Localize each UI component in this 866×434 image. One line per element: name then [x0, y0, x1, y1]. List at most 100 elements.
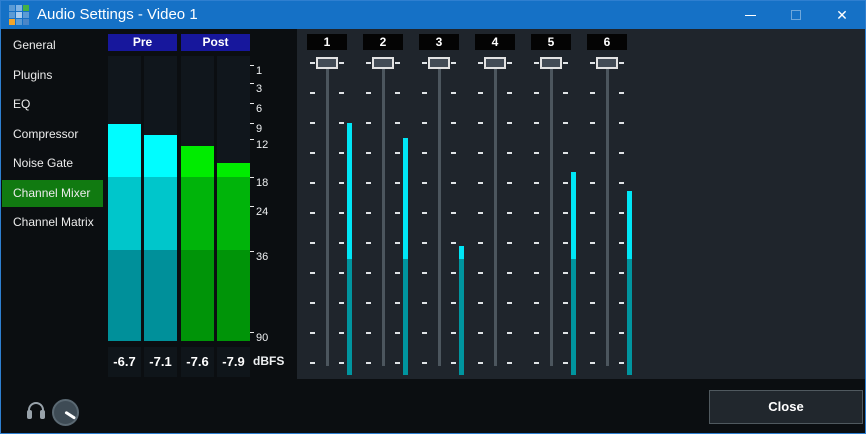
meter-bar-segment: [144, 177, 177, 250]
slider-tick: [590, 182, 595, 184]
channel-4-volume-handle[interactable]: [484, 57, 506, 69]
slider-tick: [395, 212, 400, 214]
slider-tick: [395, 332, 400, 334]
slider-tick: [422, 332, 427, 334]
slider-tick: [339, 302, 344, 304]
slider-tick: [619, 122, 624, 124]
slider-tick: [451, 332, 456, 334]
channel-5-level-meter: [571, 259, 576, 375]
meter-bar-segment: [108, 124, 141, 177]
slider-tick: [590, 212, 595, 214]
slider-tick: [451, 242, 456, 244]
pre-meter-header: Pre: [108, 34, 177, 51]
channel-6-volume-handle[interactable]: [596, 57, 618, 69]
slider-tick: [395, 182, 400, 184]
slider-tick: [534, 242, 539, 244]
post-meter-header: Post: [181, 34, 250, 51]
slider-tick: [451, 362, 456, 364]
slider-tick: [366, 92, 371, 94]
channel-label-5: 5: [531, 34, 571, 50]
slider-tick: [339, 272, 344, 274]
channel-2-slider-track[interactable]: [382, 58, 385, 366]
slider-tick: [422, 62, 427, 64]
channel-3-slider-track[interactable]: [438, 58, 441, 366]
channel-5-level-meter: [571, 172, 576, 259]
slider-tick: [619, 212, 624, 214]
channel-2-volume-handle[interactable]: [372, 57, 394, 69]
slider-tick: [366, 332, 371, 334]
slider-tick: [478, 272, 483, 274]
slider-tick: [563, 212, 568, 214]
maximize-button: [773, 1, 819, 29]
slider-tick: [310, 272, 315, 274]
scale-label: 90: [256, 331, 268, 345]
slider-tick: [451, 62, 456, 64]
slider-tick: [507, 302, 512, 304]
channel-mixer-panel: 123456: [297, 29, 865, 379]
channel-2-level-meter: [403, 138, 408, 259]
slider-tick: [339, 122, 344, 124]
slider-tick: [507, 92, 512, 94]
slider-tick: [395, 302, 400, 304]
scale-label: 3: [256, 82, 262, 96]
slider-tick: [478, 152, 483, 154]
channel-1-slider-track[interactable]: [326, 58, 329, 366]
slider-tick: [422, 302, 427, 304]
minimize-button[interactable]: [727, 1, 773, 29]
slider-tick: [534, 152, 539, 154]
slider-tick: [310, 302, 315, 304]
slider-tick: [478, 92, 483, 94]
meter-bar-segment: [181, 146, 214, 177]
slider-tick: [534, 272, 539, 274]
meter-value-post-2: -7.6: [181, 347, 214, 377]
slider-tick: [310, 152, 315, 154]
headphones-icon[interactable]: [27, 402, 45, 420]
slider-tick: [395, 122, 400, 124]
slider-tick: [366, 152, 371, 154]
meter-bar-segment: [217, 250, 250, 341]
channel-5-volume-handle[interactable]: [540, 57, 562, 69]
maximize-icon: [791, 10, 801, 20]
meter-value-pre-1: -7.1: [144, 347, 177, 377]
channel-1-volume-handle[interactable]: [316, 57, 338, 69]
slider-tick: [339, 92, 344, 94]
meter-value-post-3: -7.9: [217, 347, 250, 377]
slider-tick: [422, 152, 427, 154]
channel-label-3: 3: [419, 34, 459, 50]
meter-bar-segment: [217, 177, 250, 250]
close-button[interactable]: Close: [709, 390, 863, 424]
slider-tick: [366, 182, 371, 184]
slider-tick: [534, 62, 539, 64]
knob-pointer-icon: [64, 411, 76, 420]
channel-4-slider-track[interactable]: [494, 58, 497, 366]
channel-3-level-meter: [459, 246, 464, 259]
slider-tick: [534, 92, 539, 94]
slider-tick: [395, 152, 400, 154]
slider-tick: [395, 242, 400, 244]
meter-value-pre-0: -6.7: [108, 347, 141, 377]
channel-6-slider-track[interactable]: [606, 58, 609, 366]
headphone-volume-knob[interactable]: [52, 399, 79, 426]
slider-tick: [563, 182, 568, 184]
slider-tick: [534, 332, 539, 334]
scale-tick: [250, 251, 254, 252]
slider-tick: [619, 362, 624, 364]
channel-5-slider-track[interactable]: [550, 58, 553, 366]
slider-tick: [339, 182, 344, 184]
channel-3-volume-handle[interactable]: [428, 57, 450, 69]
slider-tick: [395, 272, 400, 274]
slider-tick: [590, 122, 595, 124]
audio-settings-window: Audio Settings - Video 1 ✕ GeneralPlugin…: [0, 0, 866, 434]
slider-tick: [619, 272, 624, 274]
channel-label-6: 6: [587, 34, 627, 50]
slider-tick: [590, 92, 595, 94]
slider-tick: [534, 182, 539, 184]
slider-tick: [534, 122, 539, 124]
scale-tick: [250, 65, 254, 66]
slider-tick: [590, 152, 595, 154]
close-window-button[interactable]: ✕: [819, 1, 865, 29]
slider-tick: [339, 362, 344, 364]
slider-tick: [563, 152, 568, 154]
slider-tick: [478, 62, 483, 64]
slider-tick: [451, 152, 456, 154]
